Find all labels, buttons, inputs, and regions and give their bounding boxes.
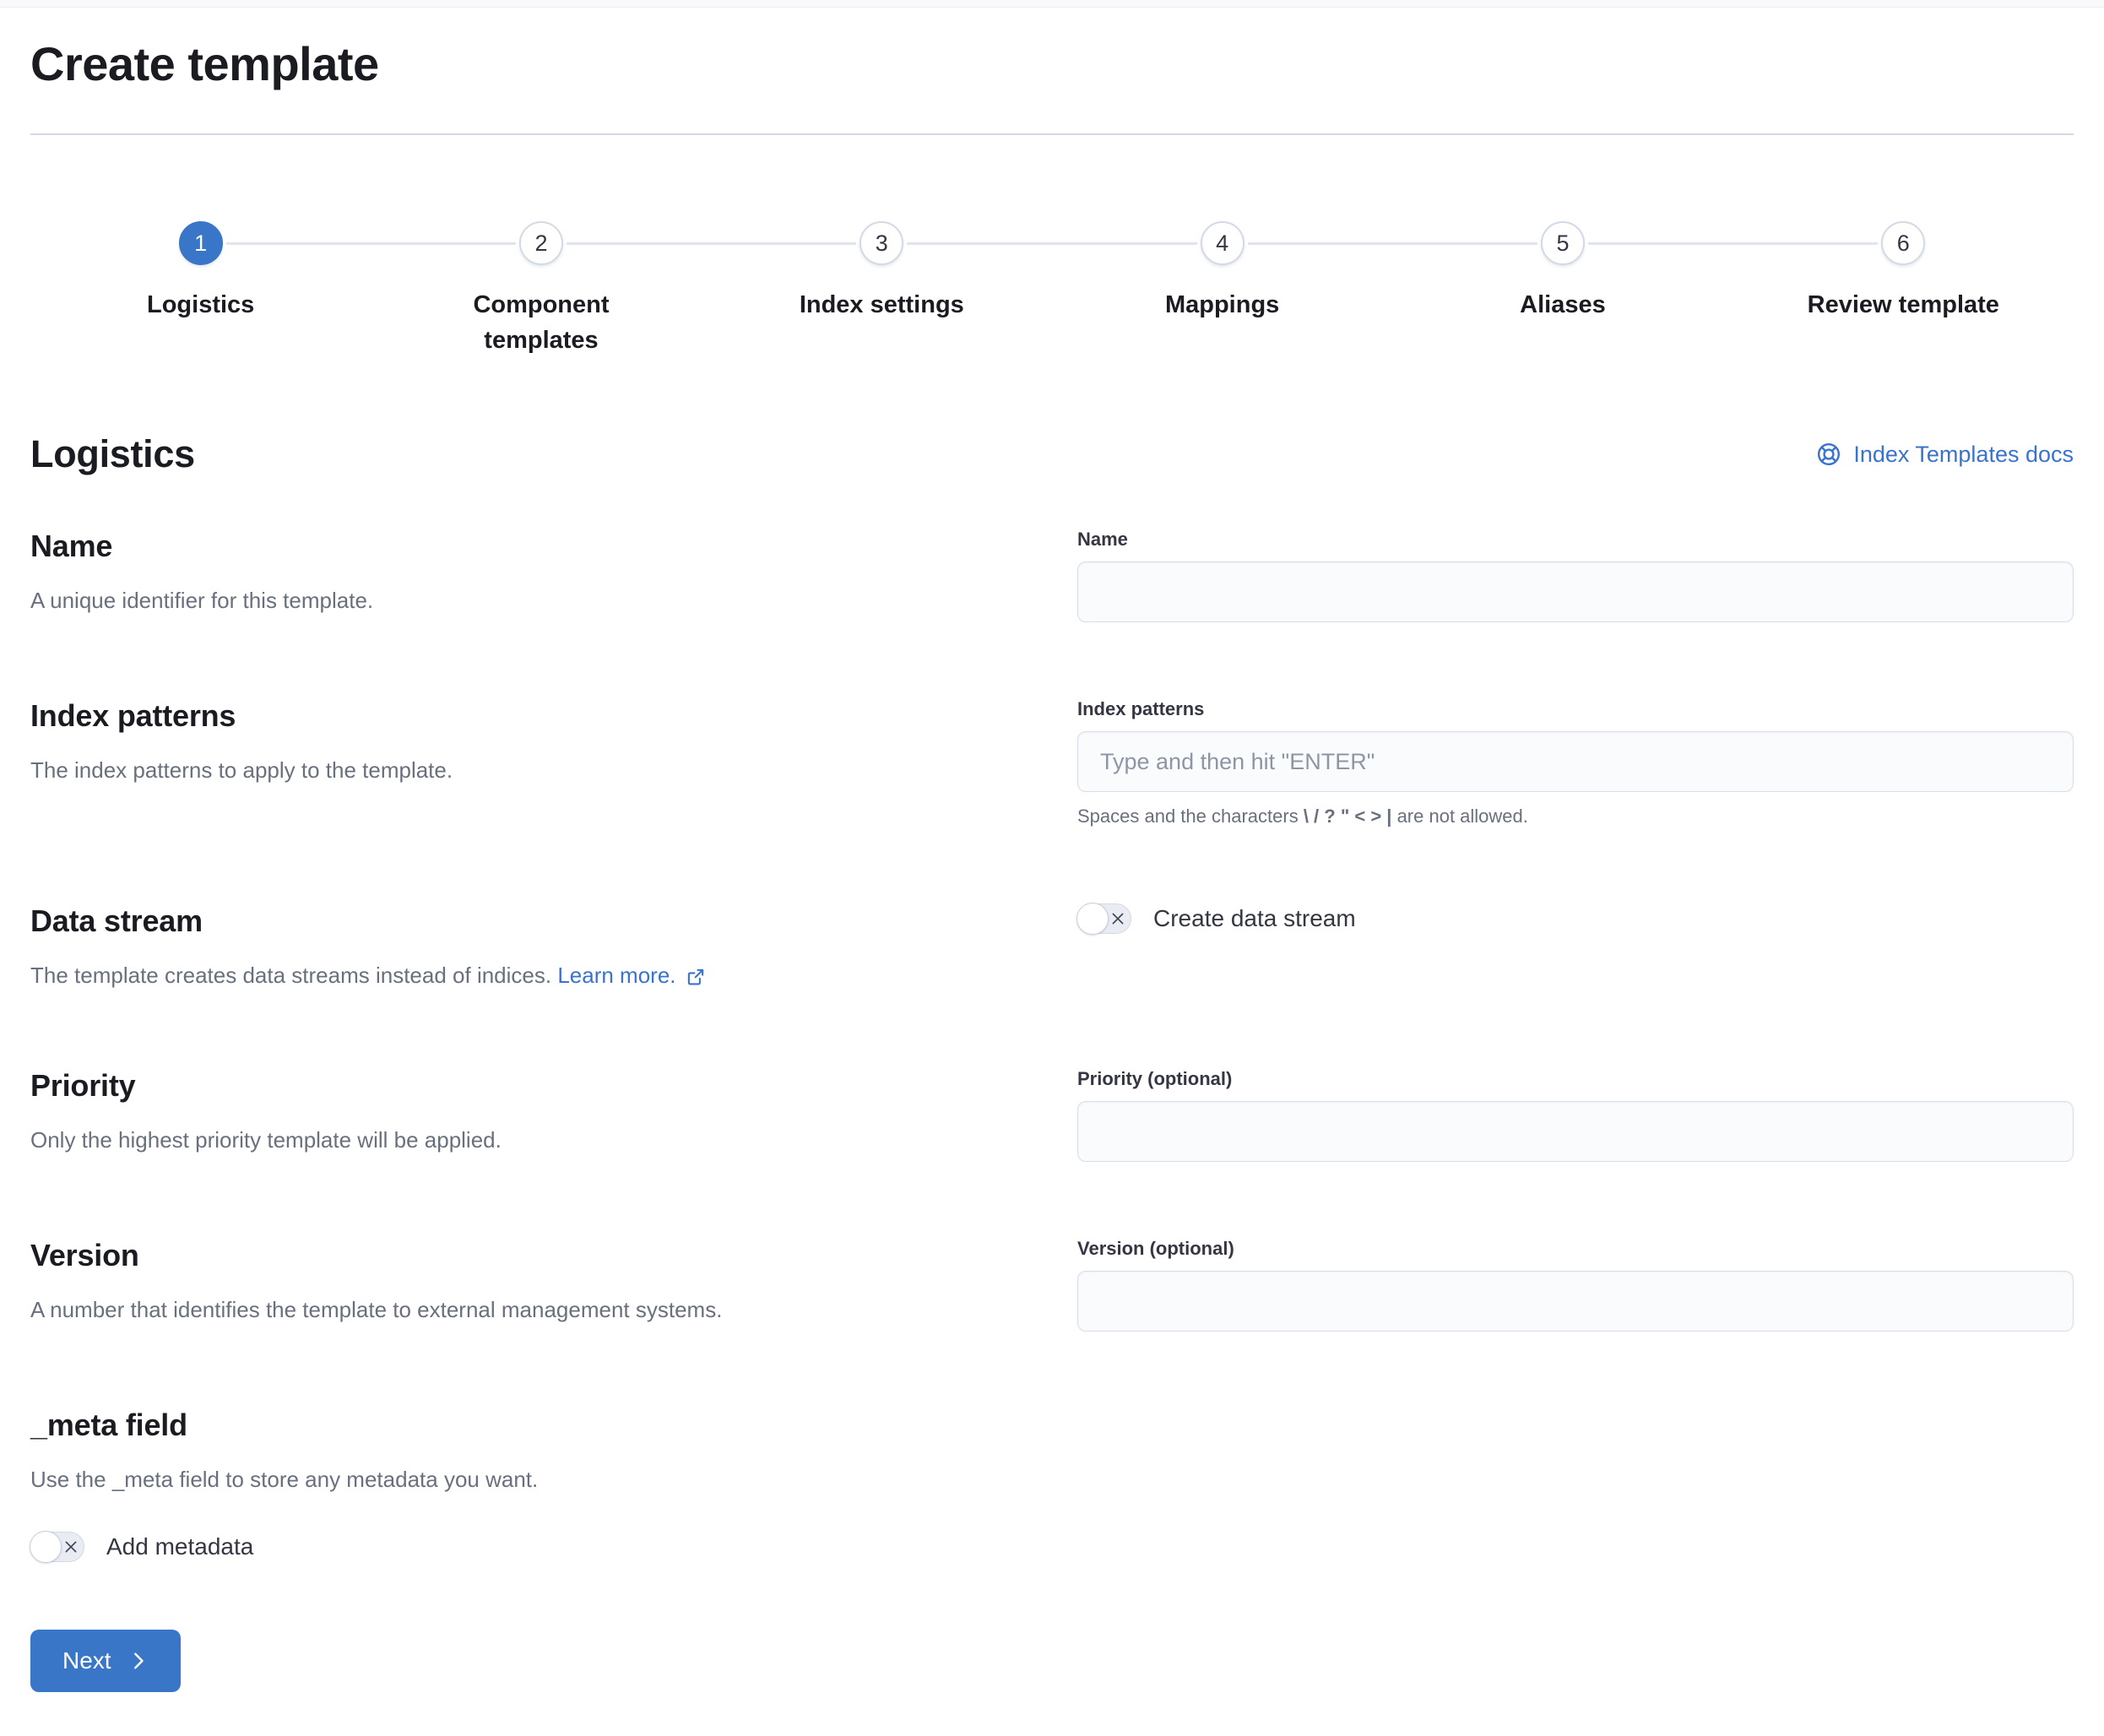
meta-toggle-row: Add metadata — [30, 1532, 2074, 1562]
next-button[interactable]: Next — [30, 1630, 181, 1692]
step-circle-3: 3 — [859, 221, 903, 265]
index-templates-docs-link[interactable]: Index Templates docs — [1816, 442, 2074, 468]
step-circle-1[interactable]: 1 — [179, 221, 223, 265]
step-index-settings: 3 Index settings — [712, 221, 1052, 358]
data-stream-row: Data stream The template creates data st… — [30, 903, 2074, 992]
toggle-off-x-icon — [1109, 910, 1126, 931]
docs-link-label: Index Templates docs — [1853, 442, 2074, 468]
toggle-thumb — [1076, 903, 1109, 935]
step-component-templates: 2 Component templates — [371, 221, 711, 358]
learn-more-link[interactable]: Learn more. — [557, 959, 706, 992]
data-stream-description-text: The template creates data streams instea… — [30, 963, 557, 988]
meta-description: Use the _meta field to store any metadat… — [30, 1463, 2074, 1496]
create-data-stream-label[interactable]: Create data stream — [1153, 905, 1356, 932]
step-label-1: Logistics — [91, 287, 311, 323]
step-mappings: 4 Mappings — [1052, 221, 1392, 358]
top-border-strip — [0, 0, 2104, 8]
priority-row-right: Priority (optional) — [1077, 1068, 2074, 1162]
chevron-right-icon — [128, 1651, 149, 1671]
toggle-thumb — [30, 1531, 62, 1563]
meta-heading: _meta field — [30, 1408, 2074, 1443]
help-disallowed-chars: \ / ? " < > | — [1304, 806, 1392, 827]
name-input[interactable] — [1077, 561, 2074, 622]
priority-row: Priority Only the highest priority templ… — [30, 1068, 2074, 1162]
toggle-off-x-icon — [62, 1538, 79, 1560]
priority-input[interactable] — [1077, 1101, 2074, 1162]
priority-heading: Priority — [30, 1068, 959, 1104]
step-circle-6: 6 — [1881, 221, 1925, 265]
index-patterns-row-left: Index patterns The index patterns to app… — [30, 698, 959, 827]
data-stream-row-right: Create data stream — [1077, 903, 2074, 992]
add-metadata-toggle[interactable] — [30, 1532, 84, 1562]
name-row-right: Name — [1077, 529, 2074, 622]
step-label-6: Review template — [1793, 287, 2013, 323]
add-metadata-label[interactable]: Add metadata — [106, 1533, 253, 1560]
name-description: A unique identifier for this template. — [30, 584, 959, 617]
index-patterns-help-text: Spaces and the characters \ / ? " < > | … — [1077, 806, 2074, 827]
step-label-2: Component templates — [431, 287, 651, 358]
name-row: Name A unique identifier for this templa… — [30, 529, 2074, 622]
version-row: Version A number that identifies the tem… — [30, 1238, 2074, 1332]
data-stream-toggle-row: Create data stream — [1077, 903, 2074, 934]
section-title: Logistics — [30, 432, 195, 476]
version-row-right: Version (optional) — [1077, 1238, 2074, 1332]
index-patterns-row-right: Index patterns Spaces and the characters… — [1077, 698, 2074, 827]
index-patterns-heading: Index patterns — [30, 698, 959, 734]
external-link-icon — [685, 959, 707, 992]
index-patterns-field-label: Index patterns — [1077, 698, 2074, 720]
data-stream-row-left: Data stream The template creates data st… — [30, 903, 959, 992]
name-heading: Name — [30, 529, 959, 564]
title-divider — [30, 133, 2074, 135]
docs-lifebuoy-icon — [1816, 442, 1841, 467]
page-title: Create template — [30, 8, 2074, 133]
learn-more-label: Learn more. — [557, 959, 675, 992]
create-template-page: Create template 1 Logistics 2 Component … — [0, 8, 2104, 1692]
next-button-label: Next — [62, 1647, 111, 1674]
priority-field-label: Priority (optional) — [1077, 1068, 2074, 1090]
version-heading: Version — [30, 1238, 959, 1273]
version-row-left: Version A number that identifies the tem… — [30, 1238, 959, 1332]
help-prefix: Spaces and the characters — [1077, 806, 1304, 827]
step-logistics[interactable]: 1 Logistics — [30, 221, 371, 358]
name-row-left: Name A unique identifier for this templa… — [30, 529, 959, 622]
wizard-stepper: 1 Logistics 2 Component templates 3 Inde… — [30, 221, 2074, 358]
step-label-4: Mappings — [1113, 287, 1332, 323]
index-patterns-row: Index patterns The index patterns to app… — [30, 698, 2074, 827]
version-field-label: Version (optional) — [1077, 1238, 2074, 1260]
create-data-stream-toggle[interactable] — [1077, 903, 1131, 934]
data-stream-description: The template creates data streams instea… — [30, 959, 959, 992]
version-description: A number that identifies the template to… — [30, 1294, 959, 1326]
step-circle-2: 2 — [519, 221, 563, 265]
step-circle-5: 5 — [1541, 221, 1585, 265]
index-patterns-description: The index patterns to apply to the templ… — [30, 754, 959, 787]
index-patterns-input[interactable] — [1077, 731, 2074, 792]
version-input[interactable] — [1077, 1271, 2074, 1332]
data-stream-heading: Data stream — [30, 903, 959, 939]
step-aliases: 5 Aliases — [1392, 221, 1733, 358]
step-review-template: 6 Review template — [1733, 221, 2074, 358]
step-label-5: Aliases — [1453, 287, 1673, 323]
priority-row-left: Priority Only the highest priority templ… — [30, 1068, 959, 1162]
meta-field-section: _meta field Use the _meta field to store… — [30, 1408, 2074, 1692]
priority-description: Only the highest priority template will … — [30, 1124, 959, 1157]
step-circle-4: 4 — [1201, 221, 1245, 265]
step-label-3: Index settings — [772, 287, 991, 323]
section-header: Logistics Index Templates docs — [30, 432, 2074, 476]
help-suffix: are not allowed. — [1391, 806, 1527, 827]
name-field-label: Name — [1077, 529, 2074, 551]
